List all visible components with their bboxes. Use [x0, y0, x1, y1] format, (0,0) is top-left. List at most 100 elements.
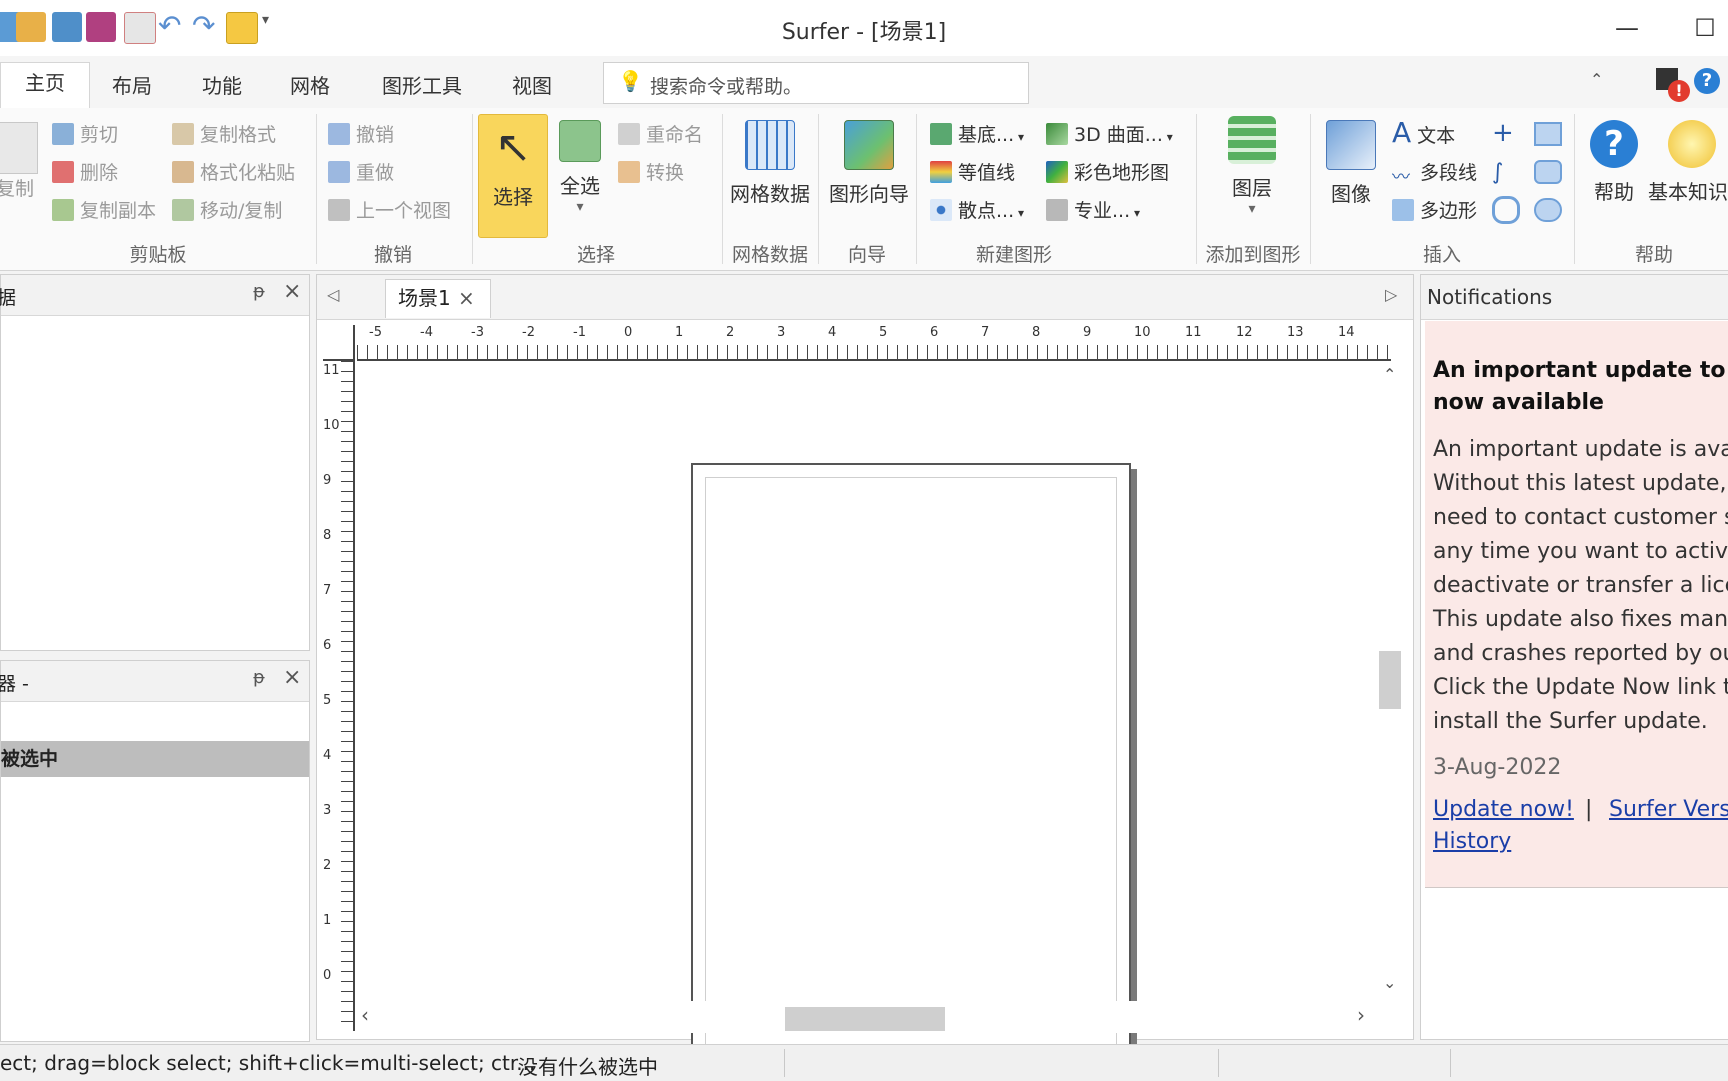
text-button[interactable]: A 文本	[1392, 116, 1455, 149]
redo-button[interactable]: 重做	[328, 158, 394, 185]
document-window: ◁ 场景1 × ▷ -5 -4 -3 -2 -1 0 1 2 3 4 5 6 7 8 9 10 11 12 13 14…	[316, 274, 1414, 1077]
surface-3d-button[interactable]: 3D 曲面... ▾	[1046, 120, 1173, 147]
grid-data-button[interactable]: 网格数据	[728, 120, 812, 207]
plus-icon[interactable]: +	[1492, 118, 1514, 148]
tab-scroll-right-icon[interactable]: ▷	[1385, 285, 1397, 304]
selection-row[interactable]: 被选中	[1, 741, 309, 777]
help-button[interactable]: ? 帮助	[1580, 120, 1648, 205]
polygon-icon	[1392, 199, 1414, 221]
specialty-button[interactable]: 专业... ▾	[1046, 196, 1140, 223]
scroll-right-icon[interactable]: ›	[1357, 1003, 1365, 1027]
tab-scroll-left-icon[interactable]: ◁	[327, 285, 339, 304]
base-map-button[interactable]: 基底... ▾	[930, 120, 1024, 147]
vertical-scrollbar[interactable]: ⌃ ⌄	[1375, 361, 1407, 1001]
select-all-button[interactable]: 全选 ▾	[548, 120, 612, 215]
scroll-left-icon[interactable]: ‹	[361, 1003, 369, 1027]
tab-graphics-tools[interactable]: 图形工具	[382, 70, 462, 99]
document-tab[interactable]: 场景1 ×	[385, 279, 491, 318]
notification-line: An important update is ava	[1433, 437, 1728, 462]
duplicate-button[interactable]: 复制副本	[52, 196, 156, 223]
image-button[interactable]: 图像	[1318, 120, 1384, 207]
pin-icon[interactable]: ᵽ	[253, 281, 265, 302]
tab-home[interactable]: 主页	[0, 62, 90, 109]
notification-card: An important update to Su now available …	[1425, 321, 1728, 888]
alert-icon[interactable]: !	[1668, 80, 1690, 102]
collapse-ribbon-icon[interactable]: ⌃	[1590, 70, 1603, 89]
dropdown-icon[interactable]: ▾	[1210, 201, 1294, 217]
map-wizard-button[interactable]: 图形向导	[824, 120, 914, 207]
post-map-button[interactable]: 散点... ▾	[930, 196, 1024, 223]
vertical-scroll-thumb[interactable]	[1379, 651, 1401, 709]
ruler-label: 8	[1032, 325, 1041, 340]
layer-button[interactable]: 图层 ▾	[1210, 116, 1294, 217]
select-label: 选择	[493, 185, 533, 209]
basics-button[interactable]: 基本知识	[1648, 120, 1728, 205]
delete-label: 删除	[80, 162, 119, 184]
scroll-down-icon[interactable]: ⌄	[1383, 973, 1396, 992]
polygon-label: 多边形	[1420, 200, 1478, 222]
rename-button[interactable]: 重命名	[618, 120, 703, 147]
scatter-icon	[930, 199, 952, 221]
paste-button[interactable]: 复制	[0, 122, 38, 201]
ellipse-icon[interactable]	[1534, 198, 1562, 222]
group-label-undo: 撤销	[373, 244, 412, 266]
cut-button[interactable]: 剪切	[52, 120, 118, 147]
curve-icon[interactable]: ∫	[1492, 160, 1503, 185]
help-circle-icon[interactable]: ?	[1694, 68, 1720, 94]
ruler-label: 5	[879, 325, 888, 340]
close-icon[interactable]: ×	[283, 665, 301, 690]
notification-line: deactivate or transfer a lice	[1433, 573, 1728, 598]
base-map-icon	[930, 123, 952, 145]
ruler-label: 6	[930, 325, 939, 340]
specialty-icon	[1046, 199, 1068, 221]
map-wizard-icon	[844, 120, 894, 170]
lightbulb-icon	[1668, 120, 1716, 168]
convert-button[interactable]: 转换	[618, 158, 684, 185]
version-history-link-continued[interactable]: History	[1433, 829, 1511, 854]
scroll-up-icon[interactable]: ⌃	[1383, 365, 1396, 384]
search-box[interactable]: 💡 搜索命令或帮助。	[603, 62, 1029, 104]
contents-panel: 据 ᵽ ×	[0, 274, 310, 651]
copy-format-button[interactable]: 复制格式	[172, 120, 276, 147]
maximize-button[interactable]: ☐	[1680, 8, 1728, 48]
select-button[interactable]: ↖ 选择	[478, 114, 548, 238]
move-copy-button[interactable]: 移动/复制	[172, 196, 282, 223]
contour-map-button[interactable]: 等值线	[930, 158, 1015, 185]
rounded-rectangle-icon[interactable]	[1534, 160, 1562, 184]
horizontal-scrollbar[interactable]: ‹ ›	[357, 1001, 1375, 1033]
question-icon: ?	[1590, 120, 1638, 168]
post-label: 散点...	[958, 200, 1015, 222]
vertical-ruler: 11 10 9 8 7 6 5 4 3 2 1 0	[323, 361, 355, 1031]
color-relief-button[interactable]: 彩色地形图	[1046, 158, 1169, 185]
polyline-button[interactable]: 〰多段线	[1392, 158, 1477, 188]
update-now-link[interactable]: Update now!	[1433, 797, 1574, 822]
previous-view-button[interactable]: 上一个视图	[328, 196, 451, 223]
select-all-label: 全选	[560, 174, 600, 198]
specialty-label: 专业...	[1074, 200, 1131, 222]
tab-view[interactable]: 视图	[512, 70, 552, 99]
horizontal-scroll-thumb[interactable]	[785, 1007, 945, 1031]
panel-title: 器 -	[0, 673, 29, 695]
pin-icon[interactable]: ᵽ	[253, 667, 265, 688]
circle-icon[interactable]	[1492, 196, 1520, 224]
format-paste-button[interactable]: 格式化粘贴	[172, 158, 295, 185]
tab-grids[interactable]: 网格	[290, 70, 330, 99]
search-input[interactable]: 搜索命令或帮助。	[650, 72, 802, 99]
undo-button[interactable]: 撤销	[328, 120, 394, 147]
plot-canvas[interactable]	[357, 361, 1391, 1077]
dropdown-icon[interactable]: ▾	[548, 199, 612, 215]
tab-layout[interactable]: 布局	[112, 70, 152, 99]
polygon-button[interactable]: 多边形	[1392, 196, 1477, 223]
version-history-link[interactable]: Surfer Vers	[1609, 797, 1728, 822]
minimize-button[interactable]: —	[1602, 8, 1652, 48]
tab-features[interactable]: 功能	[202, 70, 242, 99]
notification-line: This update also fixes many	[1433, 607, 1728, 632]
panel-header: 器 - ᵽ ×	[0, 661, 309, 702]
rectangle-icon[interactable]	[1534, 122, 1562, 146]
close-icon[interactable]: ×	[283, 279, 301, 304]
delete-button[interactable]: 删除	[52, 158, 118, 185]
close-icon[interactable]: ×	[458, 280, 475, 316]
undo-icon	[328, 123, 350, 145]
ruler-label: 8	[323, 528, 332, 543]
ruler-label: 12	[1236, 325, 1253, 340]
